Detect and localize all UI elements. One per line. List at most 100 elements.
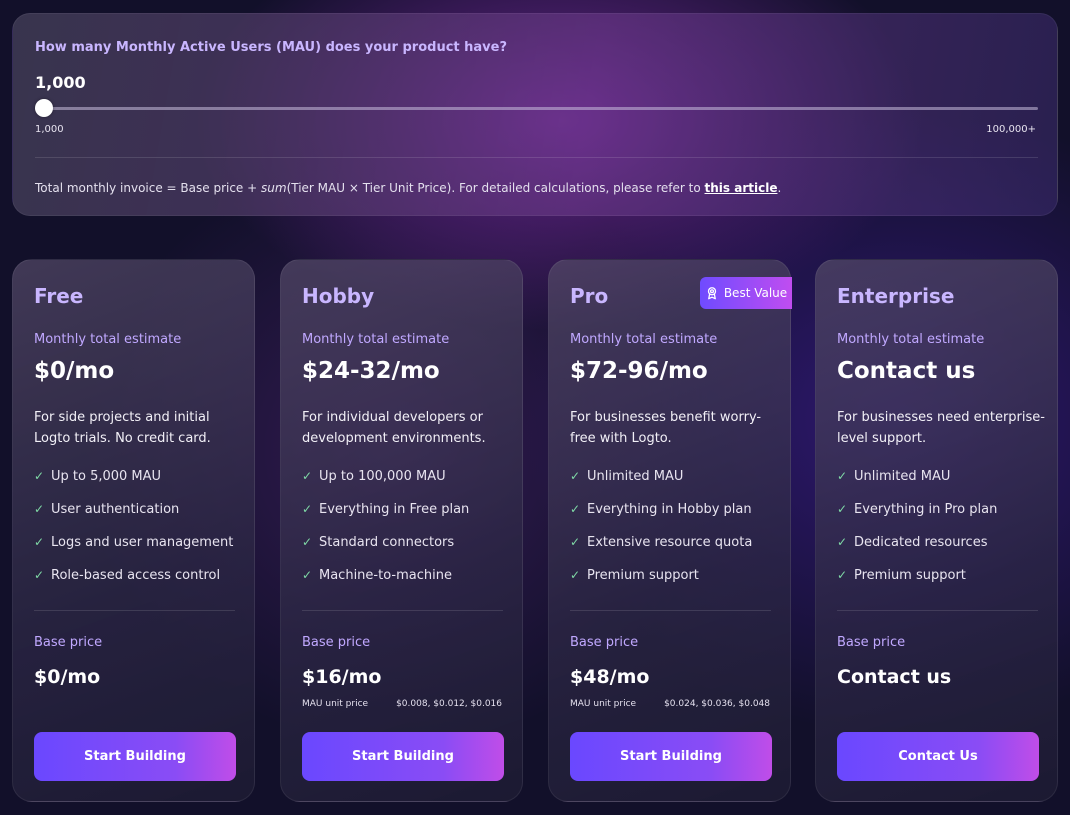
- start-building-button[interactable]: Start Building: [34, 732, 236, 781]
- feature-item: ✓ Role-based access control: [34, 568, 233, 601]
- check-icon: ✓: [837, 535, 848, 549]
- feature-item: ✓ Everything in Pro plan: [837, 502, 997, 535]
- feature-item: ✓ Machine-to-machine: [302, 568, 469, 601]
- feature-label: Up to 100,000 MAU: [319, 469, 446, 484]
- estimate-value: $24-32/mo: [302, 358, 440, 384]
- feature-item: ✓ Standard connectors: [302, 535, 469, 568]
- check-icon: ✓: [34, 469, 45, 483]
- feature-item: ✓ Unlimited MAU: [837, 469, 997, 502]
- mau-value: 1,000: [35, 73, 86, 92]
- mau-calculator-panel: How many Monthly Active Users (MAU) does…: [12, 13, 1058, 216]
- base-price-value: $48/mo: [570, 666, 650, 688]
- check-icon: ✓: [302, 469, 313, 483]
- plan-name: Enterprise: [837, 284, 955, 308]
- feature-list: ✓ Up to 5,000 MAU ✓ User authentication ✓ L…: [34, 469, 233, 601]
- estimate-value: $0/mo: [34, 358, 115, 384]
- feature-list: ✓ Up to 100,000 MAU ✓ Everything in Free p…: [302, 469, 469, 601]
- slider-thumb[interactable]: [35, 99, 53, 117]
- feature-label: Premium support: [587, 568, 699, 583]
- feature-label: Extensive resource quota: [587, 535, 753, 550]
- invoice-formula: Total monthly invoice = Base price + sum…: [35, 181, 781, 195]
- check-icon: ✓: [34, 502, 45, 516]
- start-building-button[interactable]: Start Building: [570, 732, 772, 781]
- feature-item: ✓ User authentication: [34, 502, 233, 535]
- estimate-label: Monthly total estimate: [837, 332, 985, 347]
- feature-label: Standard connectors: [319, 535, 455, 550]
- feature-label: Unlimited MAU: [587, 469, 684, 484]
- article-link[interactable]: this article: [705, 181, 778, 195]
- check-icon: ✓: [570, 502, 581, 516]
- mau-unit-price-label: MAU unit price: [570, 699, 637, 709]
- feature-item: ✓ Everything in Hobby plan: [570, 502, 752, 535]
- feature-item: ✓ Premium support: [570, 568, 752, 601]
- best-value-badge: Best Value: [700, 277, 792, 309]
- base-price-value: $0/mo: [34, 666, 101, 688]
- base-price-label: Base price: [34, 635, 103, 650]
- base-price-label: Base price: [570, 635, 639, 650]
- feature-item: ✓ Up to 5,000 MAU: [34, 469, 233, 502]
- plan-card-enterprise: Enterprise Monthly total estimate Contac…: [815, 259, 1058, 802]
- base-price-label: Base price: [302, 635, 371, 650]
- check-icon: ✓: [570, 469, 581, 483]
- formula-suffix: (Tier MAU × Tier Unit Price). For detail…: [286, 181, 705, 195]
- plan-card-pro: Pro Best Value Monthly total estimate $7…: [548, 259, 792, 802]
- formula-end: .: [777, 181, 782, 195]
- feature-label: Unlimited MAU: [854, 469, 951, 484]
- estimate-label: Monthly total estimate: [302, 332, 450, 347]
- contact-us-button[interactable]: Contact Us: [837, 732, 1039, 781]
- feature-item: ✓ Logs and user management: [34, 535, 233, 568]
- check-icon: ✓: [837, 502, 848, 516]
- feature-item: ✓ Up to 100,000 MAU: [302, 469, 469, 502]
- check-icon: ✓: [302, 502, 313, 516]
- slider-max-label: 100,000+: [986, 124, 1036, 135]
- feature-item: ✓ Unlimited MAU: [570, 469, 752, 502]
- check-icon: ✓: [302, 568, 313, 582]
- mau-unit-price-label: MAU unit price: [302, 699, 369, 709]
- mau-unit-prices: $0.008, $0.012, $0.016: [396, 699, 502, 709]
- feature-label: Up to 5,000 MAU: [51, 469, 162, 484]
- base-price-label: Base price: [837, 635, 906, 650]
- feature-label: Role-based access control: [51, 568, 221, 583]
- plan-description: For side projects and initial Logto tria…: [34, 410, 211, 446]
- check-icon: ✓: [34, 568, 45, 582]
- plan-name: Free: [34, 284, 84, 308]
- plan-description: For businesses need enterprise-level sup…: [837, 410, 1045, 446]
- feature-label: Everything in Pro plan: [854, 502, 998, 517]
- check-icon: ✓: [837, 469, 848, 483]
- divider: [302, 610, 503, 611]
- base-price-value: $16/mo: [302, 666, 382, 688]
- slider-track[interactable]: [35, 107, 1038, 110]
- feature-item: ✓ Everything in Free plan: [302, 502, 469, 535]
- formula-prefix: Total monthly invoice = Base price +: [35, 181, 262, 195]
- feature-label: Dedicated resources: [854, 535, 988, 550]
- estimate-label: Monthly total estimate: [34, 332, 182, 347]
- estimate-value: $72-96/mo: [570, 358, 708, 384]
- feature-label: Machine-to-machine: [319, 568, 452, 583]
- check-icon: ✓: [570, 535, 581, 549]
- mau-unit-prices: $0.024, $0.036, $0.048: [664, 699, 770, 709]
- mau-question: How many Monthly Active Users (MAU) does…: [35, 40, 507, 55]
- check-icon: ✓: [570, 568, 581, 582]
- start-building-button[interactable]: Start Building: [302, 732, 504, 781]
- divider: [34, 610, 235, 611]
- feature-label: Everything in Hobby plan: [587, 502, 752, 517]
- check-icon: ✓: [34, 535, 45, 549]
- award-icon: [707, 287, 716, 300]
- feature-item: ✓ Dedicated resources: [837, 535, 997, 568]
- feature-label: User authentication: [51, 502, 180, 517]
- badge-label: Best Value: [723, 286, 788, 300]
- base-price-value: Contact us: [837, 666, 952, 688]
- feature-label: Everything in Free plan: [319, 502, 470, 517]
- check-icon: ✓: [302, 535, 313, 549]
- plan-name: Hobby: [302, 284, 375, 308]
- plan-card-free: Free Monthly total estimate $0/mo For si…: [12, 259, 255, 802]
- feature-list: ✓ Unlimited MAU ✓ Everything in Hobby plan…: [570, 469, 752, 601]
- mau-slider[interactable]: [35, 99, 1038, 117]
- feature-label: Premium support: [854, 568, 966, 583]
- plan-card-hobby: Hobby Monthly total estimate $24-32/mo F…: [280, 259, 523, 802]
- divider: [837, 610, 1038, 611]
- check-icon: ✓: [837, 568, 848, 582]
- feature-list: ✓ Unlimited MAU ✓ Everything in Pro plan ✓…: [837, 469, 997, 601]
- formula-sum: sum: [261, 181, 287, 195]
- plan-description: For individual developers or development…: [302, 410, 486, 446]
